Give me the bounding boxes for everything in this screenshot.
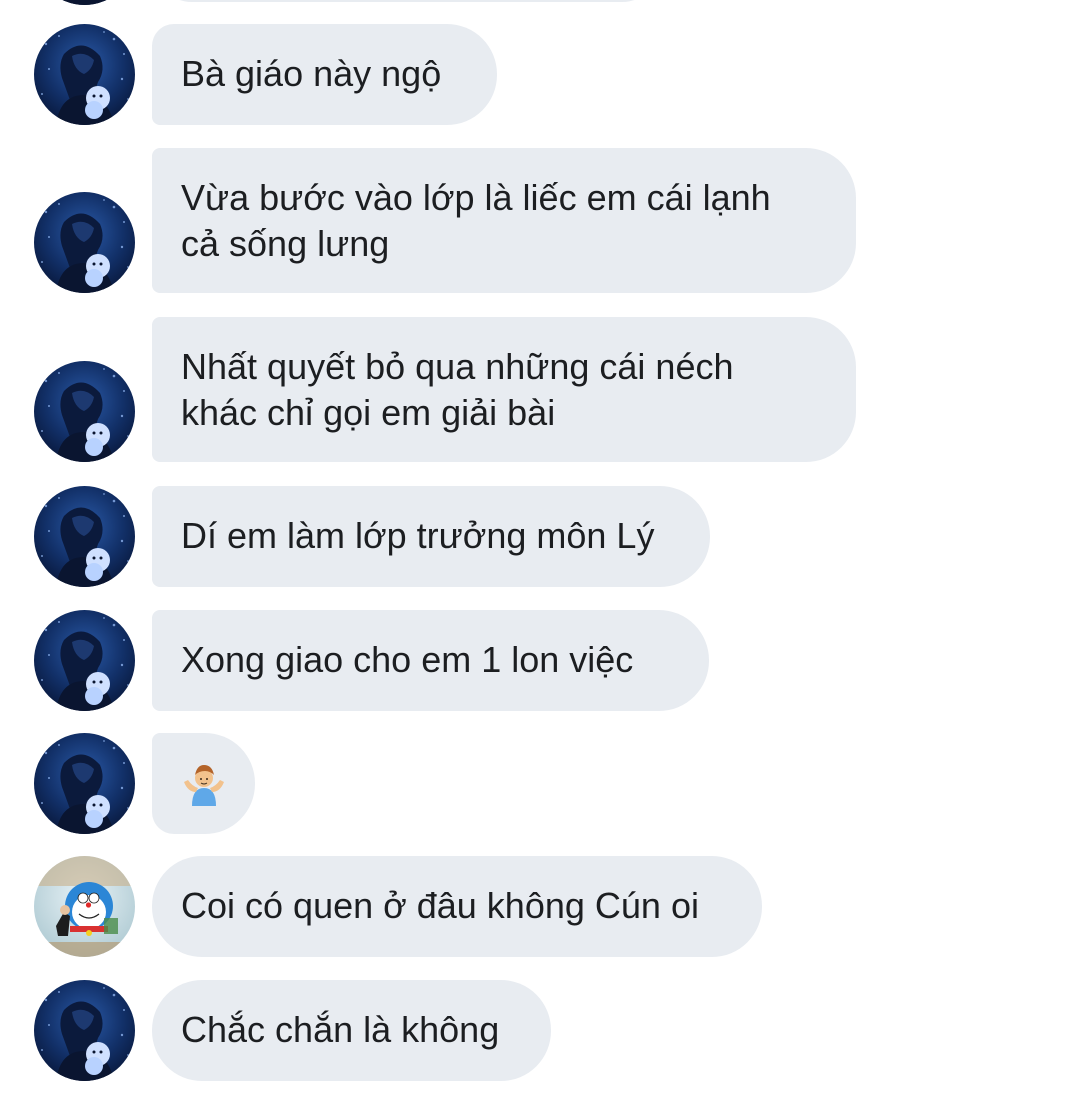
emoji-message-bubble[interactable] (152, 733, 255, 834)
message-bubble[interactable]: Coi có quen ở đâu không Cún oi (152, 856, 762, 957)
friend-avatar[interactable] (34, 610, 135, 711)
message-bubble[interactable]: Bà giáo này ngộ (152, 24, 497, 125)
message-bubble[interactable]: Nhất quyết bỏ qua những cái néch khác ch… (152, 317, 856, 462)
friend-avatar[interactable] (34, 486, 135, 587)
message-bubble[interactable] (152, 0, 662, 2)
message-bubble[interactable]: Xong giao cho em 1 lon việc (152, 610, 709, 711)
message-bubble[interactable]: Chắc chắn là không (152, 980, 551, 1081)
other-avatar[interactable] (34, 856, 135, 957)
friend-avatar[interactable] (34, 980, 135, 1081)
friend-avatar[interactable] (34, 361, 135, 462)
friend-avatar[interactable] (34, 733, 135, 834)
friend-avatar[interactable] (34, 192, 135, 293)
avatar[interactable] (34, 0, 135, 5)
friend-avatar[interactable] (34, 24, 135, 125)
message-bubble[interactable]: Dí em làm lớp trưởng môn Lý (152, 486, 710, 587)
chat-thread: Bà giáo này ngộ Vừa bước vào lớp là liếc… (0, 0, 1080, 1099)
person-shrugging-icon (183, 764, 224, 806)
message-bubble[interactable]: Vừa bước vào lớp là liếc em cái lạnh cả … (152, 148, 856, 293)
